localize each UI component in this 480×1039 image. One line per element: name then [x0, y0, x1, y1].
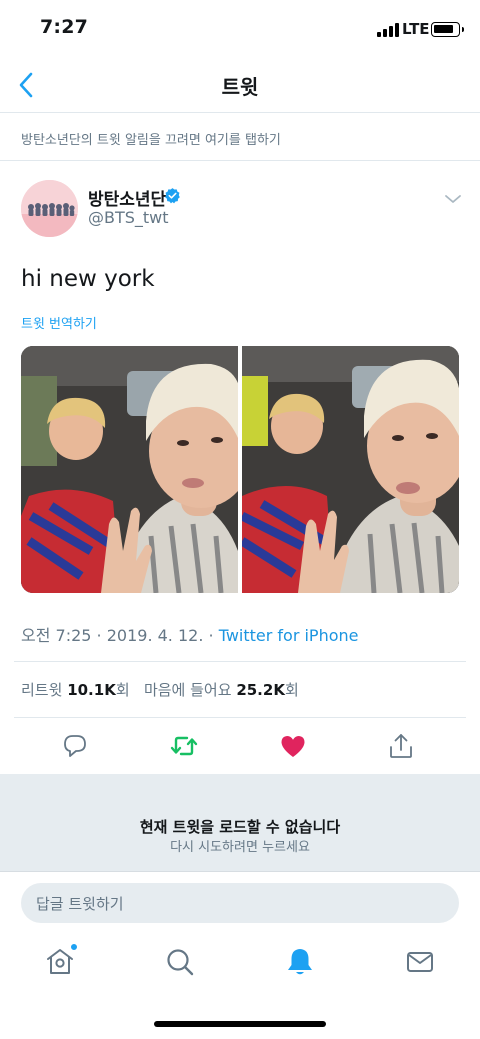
retweet-button[interactable] [166, 728, 202, 764]
meta-separator: · [203, 626, 219, 645]
retweet-icon [170, 736, 198, 756]
navigation-bar: 트윗 [0, 56, 480, 113]
author-handle[interactable]: @BTS_twt [88, 208, 169, 227]
tweet-photo-2[interactable] [242, 346, 459, 593]
tab-bar [0, 934, 480, 994]
status-time: 7:27 [40, 16, 89, 38]
search-icon [167, 949, 194, 976]
divider [14, 717, 466, 718]
translate-tweet-link[interactable]: 트윗 번역하기 [21, 313, 97, 332]
author-name[interactable]: 방탄소년단 [88, 185, 166, 210]
avatar[interactable] [21, 180, 78, 237]
likes-count: 25.2K [236, 681, 285, 699]
share-button[interactable] [383, 728, 419, 764]
load-error-subtitle: 다시 시도하려면 누르세요 [170, 840, 310, 855]
chevron-down-icon [445, 195, 461, 203]
battery-icon [431, 22, 464, 37]
tweet-menu-button[interactable] [442, 190, 464, 208]
page-title: 트윗 [221, 75, 259, 99]
load-error-banner[interactable]: 현재 트윗을 로드할 수 없습니다 다시 시도하려면 누르세요 [0, 774, 480, 871]
status-bar: 7:27 LTE [0, 0, 480, 56]
tweet-time: 오전 7:25 [21, 626, 92, 645]
reply-bar: 답글 트윗하기 [0, 871, 480, 934]
likes-suffix: 회 [284, 681, 299, 699]
reply-button[interactable] [57, 728, 93, 764]
load-error-title: 현재 트윗을 로드할 수 없습니다 [139, 818, 341, 836]
tweet-stats: 리트윗 10.1K회 마음에 들어요 25.2K회 [21, 679, 299, 700]
tweet-media [21, 346, 459, 593]
tweet-actions [0, 728, 480, 764]
retweets-label: 리트윗 [21, 681, 63, 699]
likes-stat[interactable]: 마음에 들어요 25.2K회 [144, 681, 299, 699]
tweet-source-link[interactable]: Twitter for iPhone [219, 626, 359, 645]
home-icon [47, 949, 73, 974]
divider [14, 661, 466, 662]
signal-icon [377, 23, 399, 37]
reply-input[interactable]: 답글 트윗하기 [21, 883, 459, 923]
notification-notice[interactable]: 방탄소년단의 트윗 알림을 끄려면 여기를 탭하기 [0, 113, 480, 161]
tab-search[interactable] [164, 946, 196, 978]
tweet-timestamp: 오전 7:25 · 2019. 4. 12. · Twitter for iPh… [21, 622, 359, 646]
tweet-date: 2019. 4. 12. [106, 626, 204, 645]
messages-icon [407, 952, 433, 972]
reply-icon [64, 735, 86, 757]
likes-label: 마음에 들어요 [143, 681, 232, 699]
like-icon [281, 736, 305, 757]
retweets-stat[interactable]: 리트윗 10.1K회 [21, 681, 130, 699]
retweets-count: 10.1K [67, 681, 116, 699]
retweets-suffix: 회 [115, 681, 130, 699]
share-icon [390, 734, 412, 758]
notifications-icon [288, 949, 312, 975]
tab-notifications[interactable] [284, 946, 316, 978]
network-label: LTE [402, 20, 430, 38]
tab-home[interactable] [44, 943, 78, 978]
notification-dot [70, 943, 78, 951]
like-button[interactable] [275, 728, 311, 764]
tab-messages[interactable] [404, 946, 436, 978]
home-indicator[interactable] [154, 1021, 326, 1027]
meta-separator: · [91, 626, 107, 645]
tweet-text: hi new york [21, 266, 155, 292]
verified-badge-icon [165, 188, 180, 204]
tweet-photo-1[interactable] [21, 346, 238, 593]
